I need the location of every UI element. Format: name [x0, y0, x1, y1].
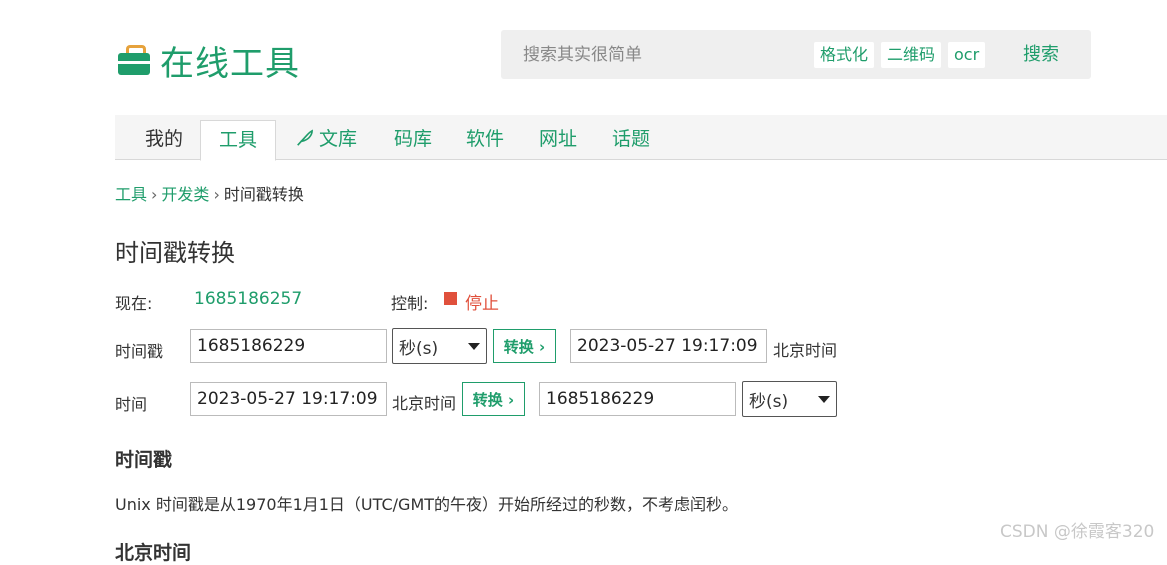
chevron-down-icon	[468, 342, 480, 350]
stop-icon[interactable]	[444, 292, 457, 305]
search-input[interactable]	[521, 40, 805, 70]
chevron-down-icon	[818, 395, 830, 403]
timestamp-label: 时间戳	[115, 342, 164, 361]
feather-icon	[297, 129, 313, 146]
nav-item-links[interactable]: 网址	[539, 115, 577, 159]
section-title-timestamp: 时间戳	[115, 449, 173, 471]
breadcrumb-current: 时间戳转换	[223, 185, 304, 204]
timestamp-description: Unix 时间戳是从1970年1月1日（UTC/GMT的午夜）开始所经过的秒数，…	[115, 495, 739, 514]
logo-text: 在线工具	[160, 44, 300, 84]
search-button[interactable]: 搜索	[1008, 30, 1074, 79]
page-title: 时间戳转换	[115, 239, 235, 267]
search-chip-qrcode[interactable]: 二维码	[881, 42, 942, 68]
breadcrumb-tools[interactable]: 工具	[115, 185, 147, 204]
now-timestamp: 1685186257	[194, 289, 303, 309]
watermark: CSDN @徐霞客320	[1000, 522, 1155, 542]
nav-item-codebase[interactable]: 码库	[394, 115, 432, 159]
time-input[interactable]	[190, 382, 387, 416]
nav-item-topics[interactable]: 话题	[612, 115, 650, 159]
timestamp-unit-select[interactable]: 秒(s)	[392, 328, 487, 364]
stop-button[interactable]: 停止	[465, 289, 499, 314]
section-title-beijing-time: 北京时间	[115, 542, 192, 564]
breadcrumb-separator: ›	[213, 185, 220, 204]
time-label: 时间	[115, 395, 148, 414]
nav-item-tools[interactable]: 工具	[200, 120, 277, 161]
convert-to-time-button[interactable]: 转换 ›	[493, 329, 556, 363]
breadcrumb: 工具 › 开发类 › 时间戳转换	[115, 181, 304, 205]
briefcase-icon	[116, 44, 152, 77]
time-output-field[interactable]	[570, 329, 767, 363]
beijing-time-label: 北京时间	[392, 394, 457, 413]
beijing-time-label: 北京时间	[773, 341, 838, 360]
main-nav: 我的 工具 文库 码库 软件 网址 话题	[115, 115, 1167, 161]
timestamp-output-unit-value: 秒(s)	[749, 391, 789, 412]
timestamp-input[interactable]	[190, 329, 387, 363]
timestamp-unit-value: 秒(s)	[399, 338, 439, 359]
breadcrumb-separator: ›	[151, 185, 158, 204]
nav-item-software[interactable]: 软件	[466, 115, 504, 159]
nav-item-mine[interactable]: 我的	[145, 115, 183, 159]
search-chip-format[interactable]: 格式化	[814, 42, 875, 68]
search-chip-ocr[interactable]: ocr	[948, 42, 986, 68]
timestamp-output-unit-select[interactable]: 秒(s)	[742, 381, 837, 417]
breadcrumb-dev[interactable]: 开发类	[161, 185, 209, 204]
timestamp-output-field[interactable]	[539, 382, 736, 416]
nav-item-library-label: 文库	[319, 128, 358, 150]
nav-item-library[interactable]: 文库	[295, 115, 357, 159]
control-label: 控制:	[391, 294, 429, 313]
site-logo[interactable]: 在线工具	[116, 36, 300, 85]
now-label: 现在:	[115, 294, 153, 313]
search-bar: 格式化 二维码 ocr	[501, 30, 1091, 79]
convert-to-timestamp-button[interactable]: 转换 ›	[462, 382, 525, 416]
